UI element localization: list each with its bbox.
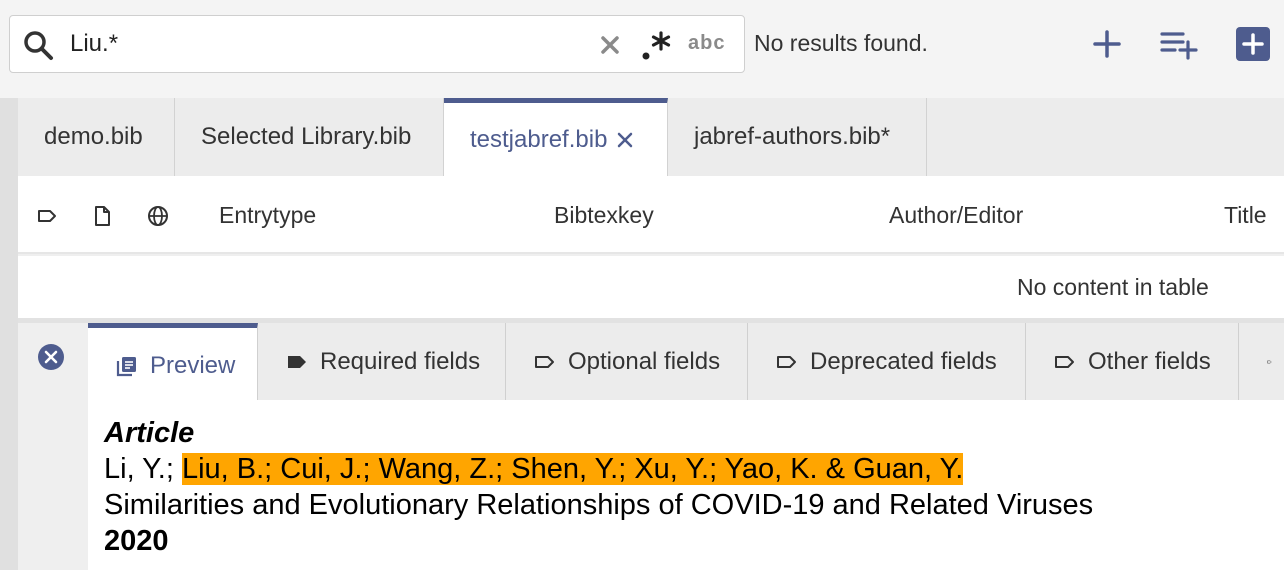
tag-icon bbox=[535, 355, 554, 368]
author-plain: Li, Y.; bbox=[104, 453, 182, 485]
column-author[interactable]: Author/Editor bbox=[889, 202, 1023, 229]
library-tabs: demo.bib Selected Library.bib testjabref… bbox=[18, 98, 1284, 176]
tab-overflow[interactable] bbox=[1239, 323, 1284, 400]
preview-icon bbox=[116, 357, 136, 377]
column-title[interactable]: Title bbox=[1224, 202, 1267, 229]
tag-icon bbox=[1055, 355, 1074, 368]
main-table-header: Entrytype Bibtexkey Author/Editor Title bbox=[18, 176, 1284, 254]
empty-table-message: No content in table bbox=[1017, 274, 1209, 300]
case-sensitive-toggle[interactable]: abc bbox=[688, 32, 725, 55]
column-bibtexkey[interactable]: Bibtexkey bbox=[554, 202, 654, 229]
add-to-list-button[interactable] bbox=[1159, 24, 1199, 64]
tag-icon bbox=[1267, 360, 1272, 363]
tab-required-fields[interactable]: Required fields bbox=[258, 323, 506, 400]
tab-testjabref[interactable]: testjabref.bib bbox=[444, 98, 668, 176]
tab-selected-library[interactable]: Selected Library.bib bbox=[175, 98, 444, 176]
tab-label: jabref-authors.bib* bbox=[694, 123, 891, 150]
preview-entry-type: Article bbox=[104, 417, 195, 449]
regex-icon[interactable] bbox=[638, 28, 674, 62]
tab-label: Deprecated fields bbox=[810, 347, 997, 375]
tab-label: testjabref.bib bbox=[470, 125, 608, 153]
top-toolbar: abc No results found. bbox=[0, 0, 1284, 98]
close-icon[interactable] bbox=[598, 33, 622, 57]
search-status: No results found. bbox=[754, 30, 928, 56]
new-entry-button[interactable] bbox=[1233, 24, 1273, 64]
entry-editor: Preview Required fields Optional fields … bbox=[18, 323, 1284, 570]
tab-label: Other fields bbox=[1088, 347, 1211, 375]
tab-preview[interactable]: Preview bbox=[88, 323, 258, 400]
add-icon bbox=[1093, 30, 1121, 58]
new-entry-icon bbox=[1236, 27, 1270, 61]
add-to-list-icon bbox=[1160, 32, 1198, 60]
tab-jabref-authors[interactable]: jabref-authors.bib* bbox=[668, 98, 927, 176]
add-button[interactable] bbox=[1087, 24, 1127, 64]
tab-other-fields[interactable]: Other fields bbox=[1026, 323, 1239, 400]
column-entrytype[interactable]: Entrytype bbox=[219, 202, 316, 229]
file-icon[interactable] bbox=[91, 205, 113, 227]
close-editor-icon[interactable] bbox=[36, 342, 66, 372]
close-tab-icon[interactable] bbox=[615, 130, 635, 150]
tab-label: Optional fields bbox=[568, 347, 721, 375]
tab-label: demo.bib bbox=[44, 123, 143, 150]
global-search-bar[interactable]: abc bbox=[9, 15, 745, 73]
search-input[interactable] bbox=[70, 26, 590, 62]
tab-demo-bib[interactable]: demo.bib bbox=[18, 98, 175, 176]
tab-label: Selected Library.bib bbox=[201, 123, 412, 150]
preview-year: 2020 bbox=[104, 525, 169, 557]
preview-authors: Li, Y.; Liu, B.; Cui, J.; Wang, Z.; Shen… bbox=[104, 451, 1284, 487]
author-highlight: Liu, B.; Cui, J.; Wang, Z.; Shen, Y.; Xu… bbox=[181, 453, 964, 485]
tag-filled-icon bbox=[288, 355, 306, 368]
globe-icon[interactable] bbox=[147, 205, 169, 227]
search-icon bbox=[24, 31, 53, 60]
tab-deprecated-fields[interactable]: Deprecated fields bbox=[748, 323, 1026, 400]
tag-icon bbox=[777, 355, 796, 368]
preview-title: Similarities and Evolutionary Relationsh… bbox=[104, 489, 1094, 521]
tab-optional-fields[interactable]: Optional fields bbox=[506, 323, 748, 400]
tag-icon[interactable] bbox=[36, 205, 58, 227]
entry-preview: Article Li, Y.; Liu, B.; Cui, J.; Wang, … bbox=[88, 400, 1284, 570]
side-pane-strip bbox=[0, 98, 18, 570]
tab-label: Preview bbox=[150, 352, 236, 379]
main-table-body[interactable]: No content in table bbox=[18, 256, 1284, 318]
tab-label: Required fields bbox=[320, 347, 481, 375]
